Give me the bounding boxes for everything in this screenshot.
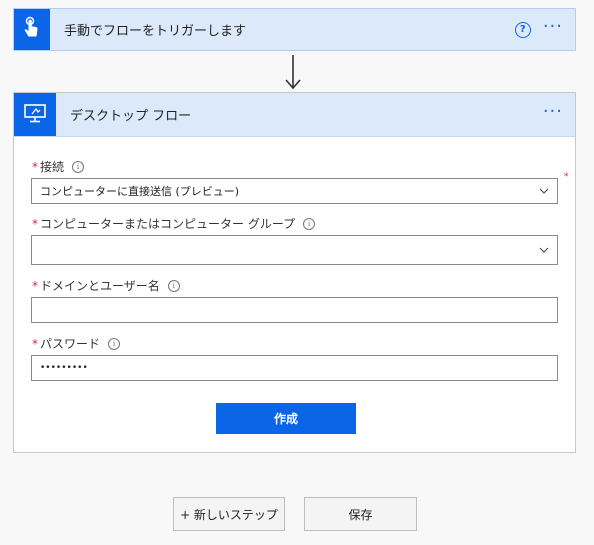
hand-tap-icon [22, 16, 42, 44]
required-marker: * [564, 172, 569, 182]
save-button[interactable]: 保存 [304, 497, 417, 531]
trigger-card[interactable]: 手動でフローをトリガーします ? ··· [13, 8, 576, 51]
required-marker: * [32, 336, 38, 351]
desktop-flow-icon [23, 102, 47, 128]
password-value: ••••••••• [40, 363, 88, 373]
new-step-button[interactable]: + 新しいステップ [173, 497, 285, 531]
computer-label: * コンピューターまたはコンピューター グループ i [32, 215, 316, 232]
desktop-flow-header[interactable]: デスクトップ フロー ··· [14, 93, 575, 137]
connection-value: コンピューターに直接送信 (プレビュー) [40, 185, 240, 198]
arrow-down-icon [285, 55, 301, 90]
ellipsis-icon[interactable]: ··· [543, 17, 563, 38]
password-label: * パスワード i [32, 335, 121, 352]
ellipsis-icon[interactable]: ··· [543, 102, 563, 123]
required-marker: * [32, 216, 38, 231]
info-circle-icon[interactable]: i [167, 279, 180, 292]
required-marker: * [32, 159, 38, 174]
password-input[interactable]: ••••••••• [31, 355, 558, 381]
trigger-icon-tile [14, 9, 50, 50]
question-circle-icon[interactable]: ? [514, 21, 531, 38]
required-marker: * [32, 278, 38, 293]
computer-dropdown[interactable] [31, 235, 558, 265]
info-circle-icon[interactable]: i [72, 160, 85, 173]
desktop-flow-card: デスクトップ フロー ··· * 接続 i コンピューターに直接送信 (プレビュ… [13, 92, 576, 453]
chevron-down-icon [539, 247, 549, 253]
connection-dropdown[interactable]: コンピューターに直接送信 (プレビュー) [31, 178, 558, 204]
flow-designer-canvas: 手動でフローをトリガーします ? ··· デスクトップ フロー ··· * 接続… [0, 0, 594, 545]
connection-label: * 接続 i [32, 158, 85, 175]
info-circle-icon[interactable]: i [303, 217, 316, 230]
create-button[interactable]: 作成 [216, 403, 356, 434]
chevron-down-icon [539, 188, 549, 194]
domain-user-input[interactable] [31, 297, 558, 323]
desktop-flow-title: デスクトップ フロー [70, 109, 192, 124]
action-icon-tile [14, 93, 56, 136]
info-circle-icon[interactable]: i [108, 337, 121, 350]
trigger-title: 手動でフローをトリガーします [64, 24, 247, 39]
domain-user-label: * ドメインとユーザー名 i [32, 277, 180, 294]
